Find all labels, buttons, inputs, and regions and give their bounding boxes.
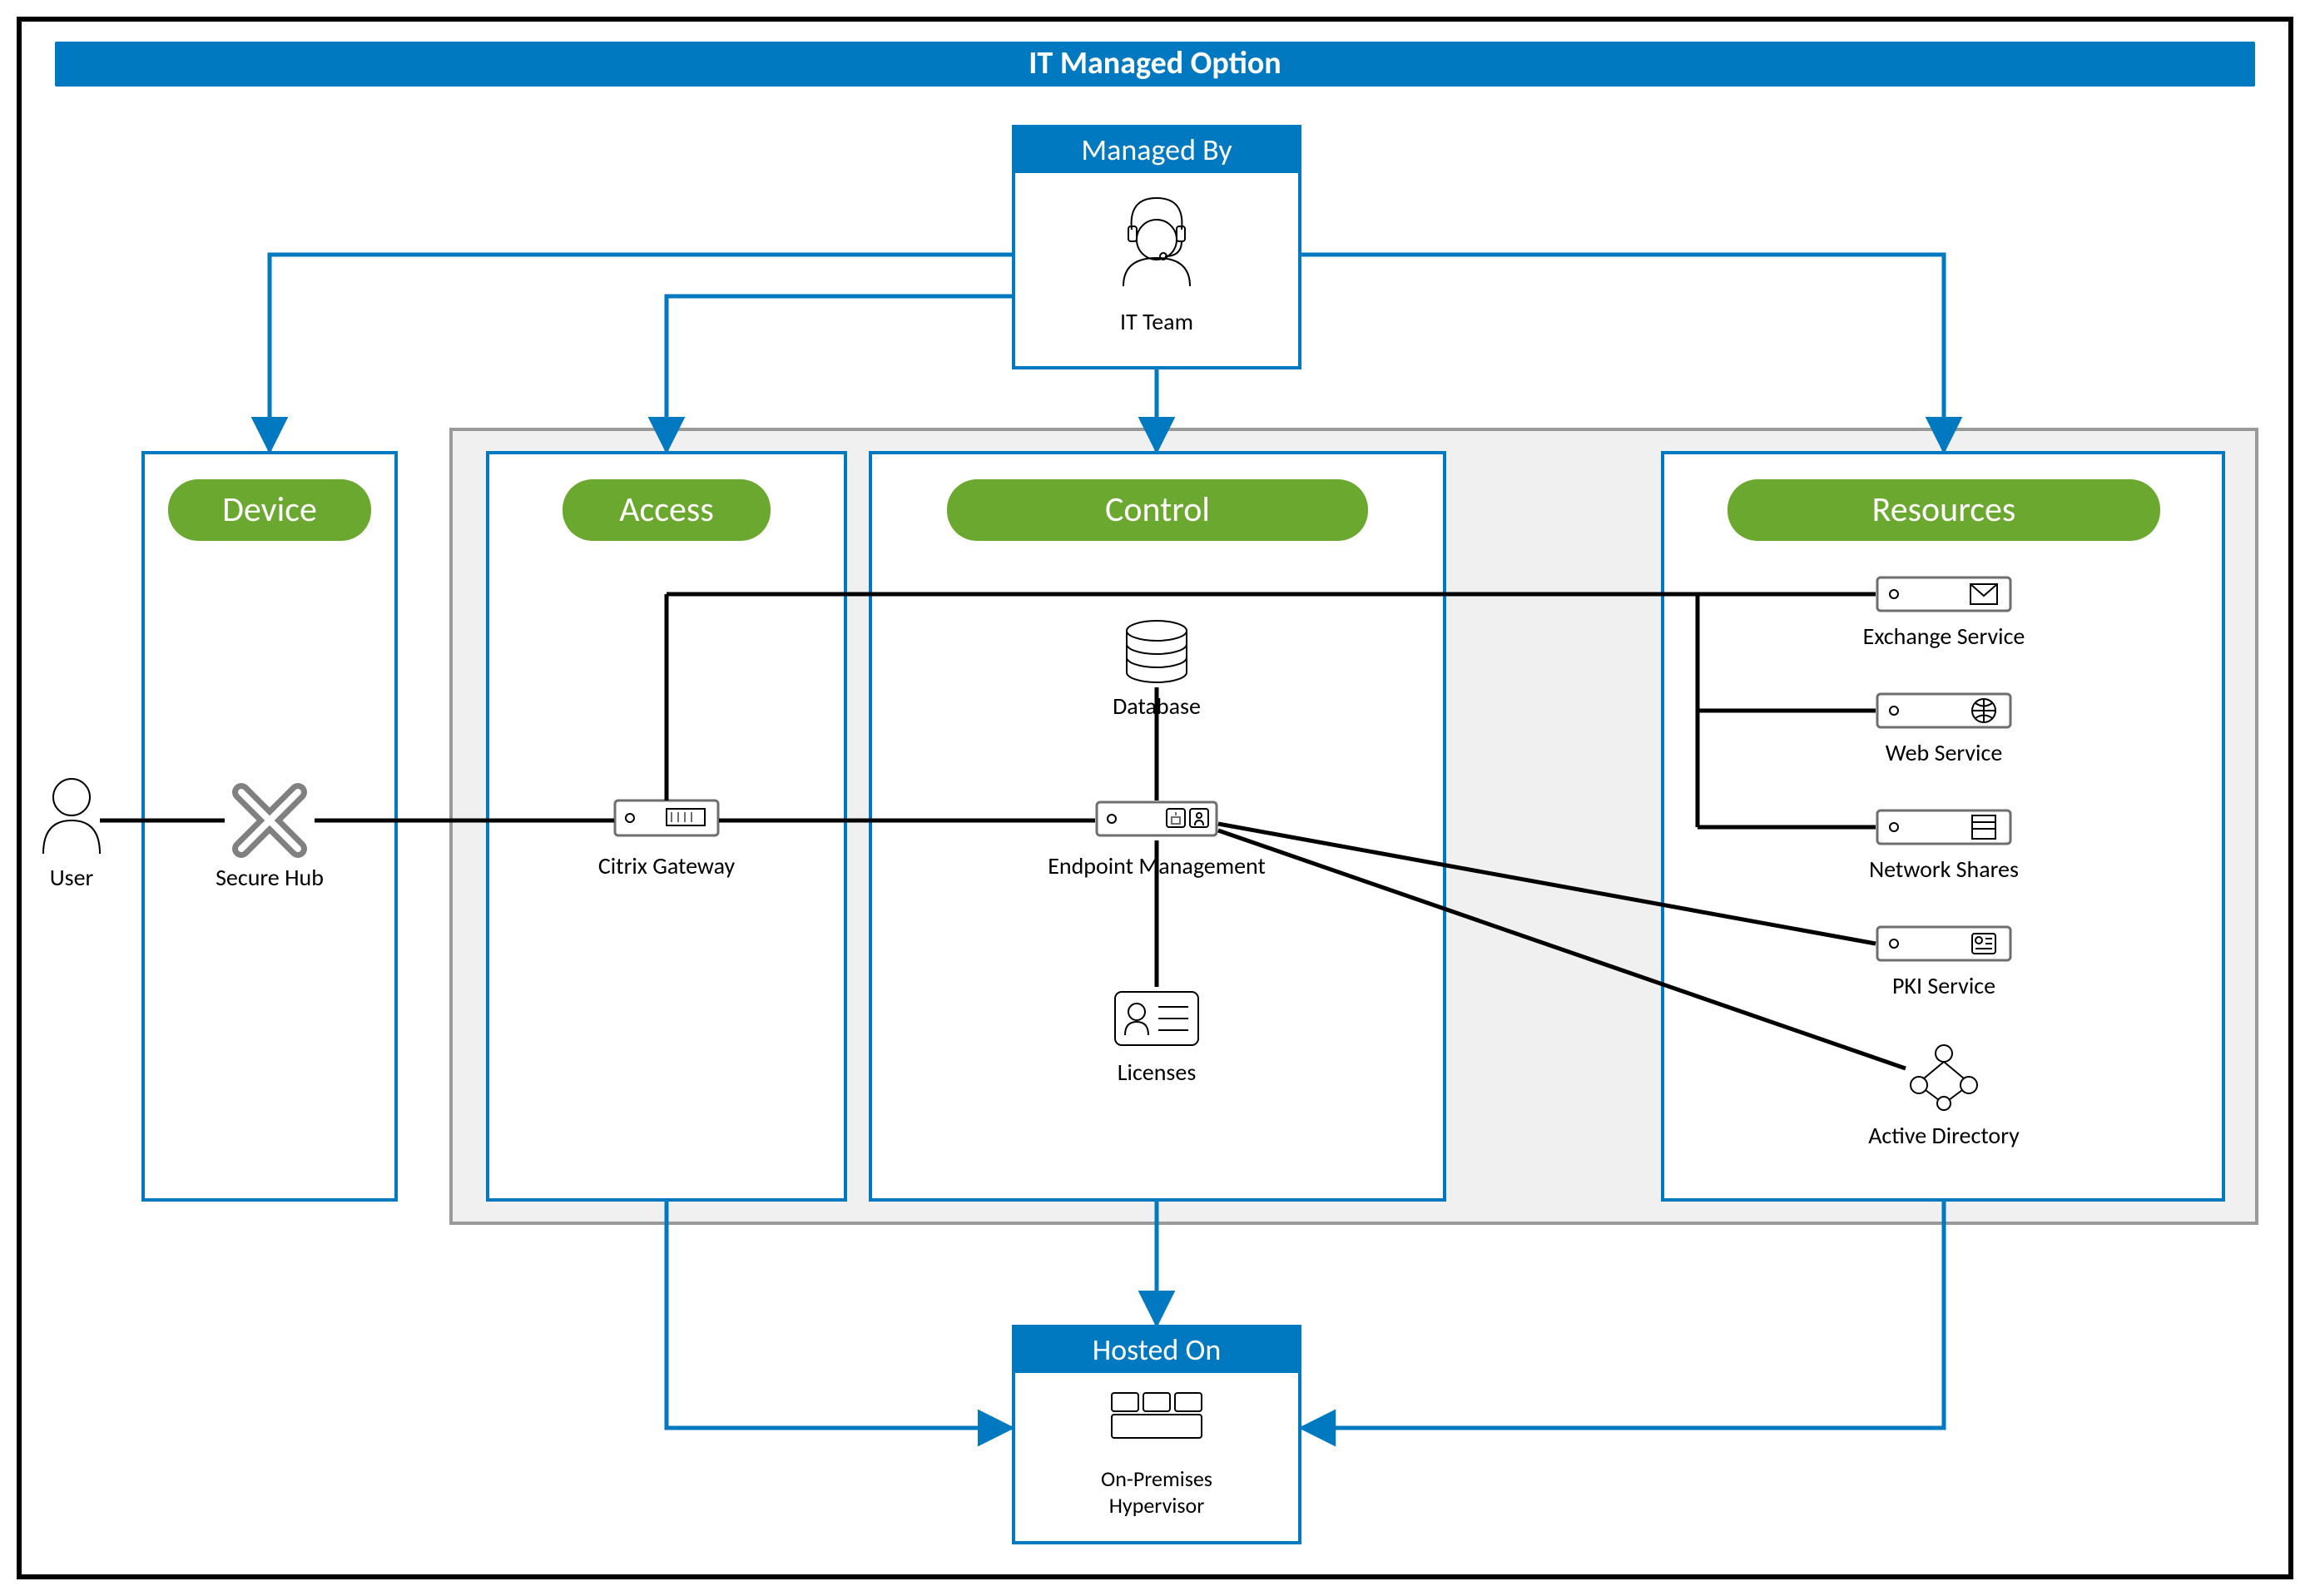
- hosted-on-header: Hosted On: [1093, 1331, 1221, 1368]
- citrix-gateway-label: Citrix Gateway: [598, 851, 736, 880]
- managed-by-box: Managed By IT Team: [1014, 126, 1300, 368]
- control-pill-label: Control: [1105, 488, 1210, 531]
- user-node: User: [43, 779, 100, 892]
- gateway-icon: [615, 800, 718, 835]
- arrow-resources-to-hosted: [1301, 1200, 1944, 1428]
- exchange-service-label: Exchange Service: [1863, 622, 2025, 651]
- web-service-label: Web Service: [1886, 738, 2003, 767]
- active-directory-label: Active Directory: [1868, 1121, 2020, 1150]
- title-text: IT Managed Option: [1029, 44, 1281, 82]
- arrow-managed-to-resources: [1300, 255, 1944, 451]
- resources-pill-label: Resources: [1872, 488, 2016, 531]
- hosted-on-line2: Hypervisor: [1109, 1492, 1205, 1519]
- access-pill-label: Access: [619, 488, 714, 531]
- it-team-label: IT Team: [1120, 307, 1193, 336]
- hosted-on-box: Hosted On On-Premises Hypervisor: [1014, 1326, 1300, 1543]
- arrow-access-to-hosted: [667, 1200, 1012, 1428]
- user-label: User: [50, 863, 94, 892]
- network-shares-label: Network Shares: [1869, 855, 2019, 884]
- endpoint-mgmt-icon: [1097, 802, 1217, 835]
- licenses-label: Licenses: [1118, 1058, 1197, 1087]
- diagram-root: IT Managed Option Managed By IT Team: [0, 0, 2310, 1596]
- diagram-svg: IT Managed Option Managed By IT Team: [22, 22, 2288, 1574]
- outer-border: IT Managed Option Managed By IT Team: [17, 17, 2293, 1579]
- pki-service-label: PKI Service: [1892, 971, 1995, 1000]
- title-bar: IT Managed Option: [55, 42, 2255, 87]
- hosted-on-line1: On-Premises: [1101, 1465, 1212, 1492]
- secure-hub-label: Secure Hub: [216, 863, 324, 892]
- arrow-managed-to-device: [270, 255, 1014, 451]
- managed-by-header: Managed By: [1081, 131, 1232, 168]
- device-pill-label: Device: [222, 488, 317, 531]
